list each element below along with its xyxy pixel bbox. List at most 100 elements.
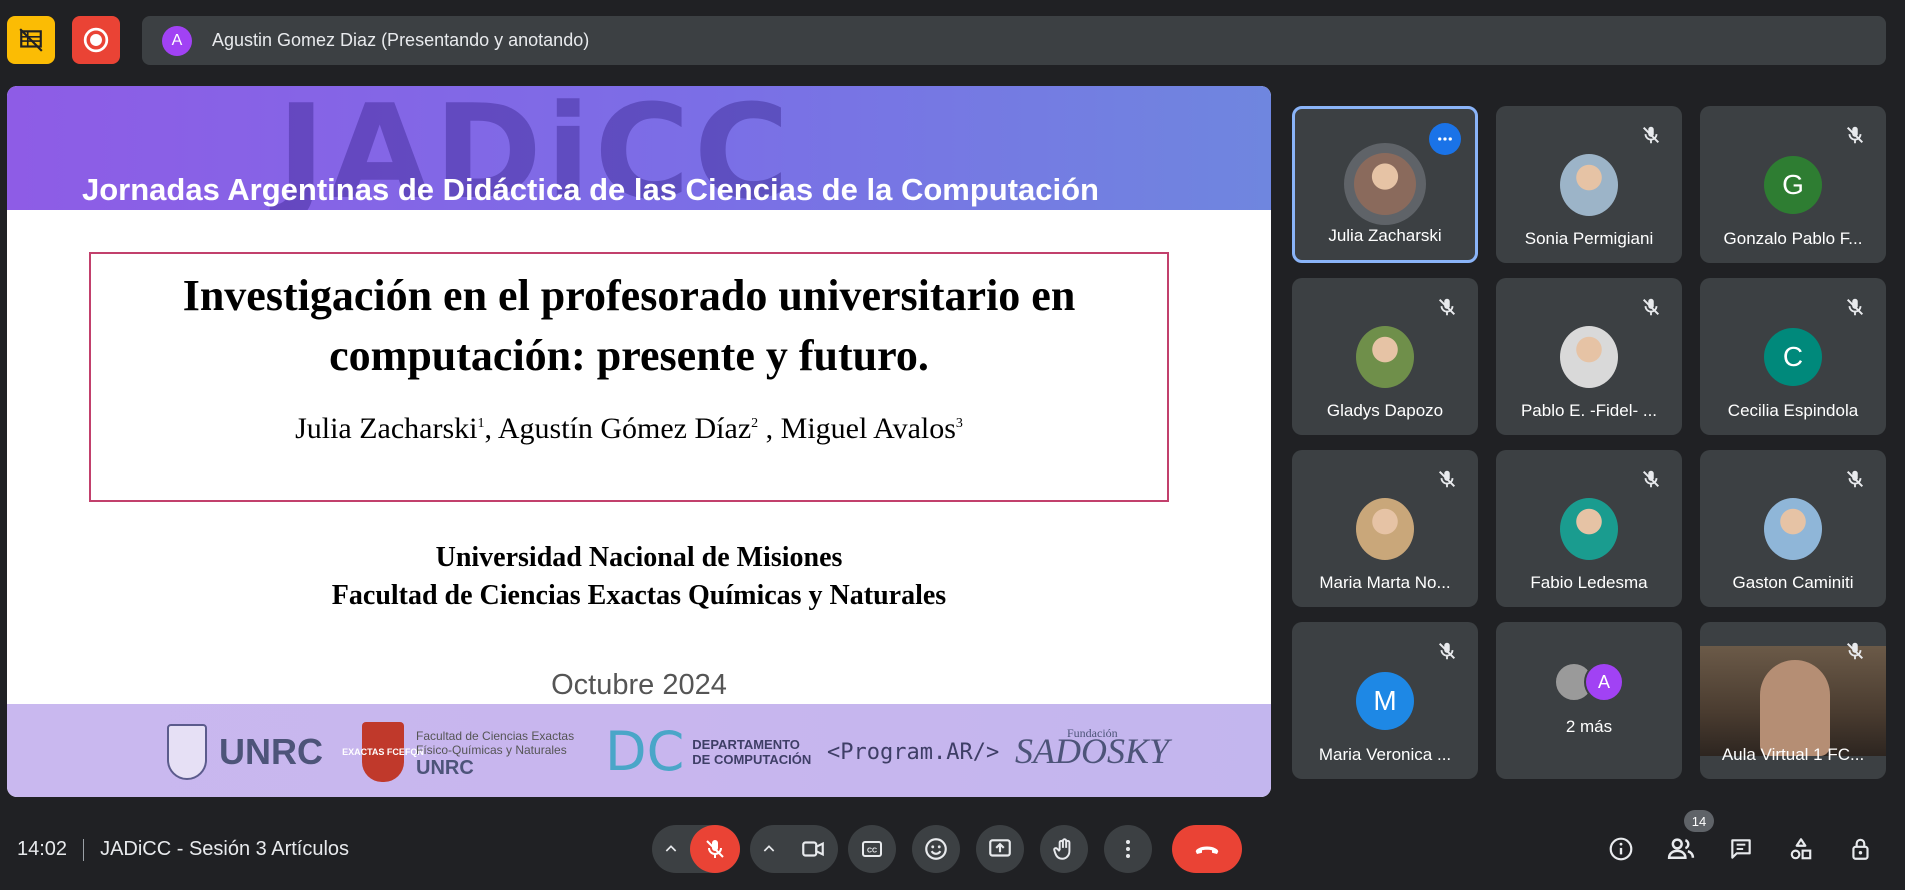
more-participants-label: 2 más [1565,717,1613,736]
avatar-photo [1764,498,1822,560]
info-icon [1609,837,1633,861]
record-icon [83,27,109,53]
avatar: C [1764,328,1822,386]
chat-button[interactable] [1724,832,1758,866]
conference-title: Jornadas Argentinas de Didáctica de las … [82,172,1099,207]
avatar [1560,498,1618,560]
participant-tile[interactable]: Fabio Ledesma [1496,450,1682,607]
participant-name: Gladys Dapozo [1326,401,1444,420]
presenter-label: Agustin Gomez Diaz (Presentando y anotan… [212,30,590,50]
reactions-button[interactable] [912,825,960,873]
participant-name: Julia Zacharski [1328,226,1442,245]
chevron-up-icon [665,845,677,852]
unrc-logo: UNRC [167,724,323,780]
people-icon [1667,838,1695,859]
mic-off-icon [1640,296,1662,318]
participant-name: Maria Veronica ... [1318,745,1452,764]
camera-toggle-button[interactable] [788,825,838,873]
meeting-details-button[interactable] [1604,832,1638,866]
meet-window: A Agustin Gomez Diaz (Presentando y anot… [0,0,1905,890]
slide-date: Octubre 2024 [551,669,727,701]
author-separator: , [484,412,498,445]
participant-name: Fabio Ledesma [1530,573,1648,592]
camera-options-button[interactable] [750,825,788,873]
camera-icon [802,841,824,857]
recording-button[interactable] [72,16,120,64]
mic-off-icon [1844,640,1866,662]
avatar-photo [1354,153,1416,215]
mic-control-group [652,825,740,873]
shared-slide: JADiCC Jornadas Argentinas de Didáctica … [7,86,1271,797]
participant-video-person [1760,660,1830,756]
avatar-photo [1356,498,1414,560]
participant-tile[interactable]: Aula Virtual 1 FC... [1700,622,1886,779]
fcefqn-shield-icon: EXACTAS FCEFQN [342,722,424,782]
participant-tile[interactable]: A 2 más [1496,622,1682,779]
unrc-text: UNRC [219,731,323,772]
host-controls-button[interactable] [1844,832,1878,866]
participant-tile[interactable]: M Maria Veronica ... [1292,622,1478,779]
slide-footer: UNRC EXACTAS FCEFQN Facultad de Ciencias… [7,704,1271,797]
presentation-mode-button[interactable] [7,16,55,64]
author-name: Agustín Gómez Díaz [497,412,752,445]
participant-name: Pablo E. -Fidel- ... [1520,401,1658,420]
bottom-bar: 14:02 JADiCC - Sesión 3 Artículos CC 14 [0,810,1905,882]
mic-off-icon [1844,124,1866,146]
dpto-line2: DE COMPUTACIÓN [692,752,812,767]
mic-off-icon [1436,468,1458,490]
presenter-banner[interactable]: A Agustin Gomez Diaz (Presentando y anot… [142,16,1886,65]
avatar [1344,143,1426,225]
tile-options-button[interactable] [1429,123,1461,155]
title-box: Investigación en el profesorado universi… [89,252,1169,502]
raise-hand-button[interactable] [1040,825,1088,873]
meeting-title[interactable]: JADiCC - Sesión 3 Artículos [100,838,349,861]
mic-toggle-button[interactable] [690,825,740,873]
author-name: Miguel Avalos [780,412,956,445]
mic-off-icon [1436,640,1458,662]
emoji-icon [925,838,947,860]
avatar-photo [1356,326,1414,388]
people-button[interactable] [1664,832,1698,866]
participant-tile[interactable]: Gaston Caminiti [1700,450,1886,607]
slide-header: JADiCC Jornadas Argentinas de Didáctica … [7,86,1271,210]
participant-tile[interactable]: Maria Marta No... [1292,450,1478,607]
leave-call-button[interactable] [1172,825,1242,873]
avatar-photo [1560,498,1618,560]
dpto-line1: DEPARTAMENTO [692,737,800,752]
fcefqn-unrc: UNRC [416,757,474,779]
avatar [1356,498,1414,560]
participant-tile[interactable]: Sonia Permigiani [1496,106,1682,263]
present-screen-button[interactable] [976,825,1024,873]
avatar [1356,326,1414,388]
avatar: G [1764,156,1822,214]
presenter-avatar: A [162,25,192,56]
clock: 14:02 [17,838,68,860]
participant-tile[interactable]: C Cecilia Espindola [1700,278,1886,435]
lock-person-icon [1852,838,1869,860]
avatar [1560,154,1618,216]
hand-icon [1053,838,1071,860]
mic-off-icon [1844,468,1866,490]
more-options-button[interactable] [1104,825,1152,873]
chevron-up-icon [763,845,775,852]
more-vertical-icon [1126,840,1130,858]
chat-icon [1731,839,1751,859]
closed-captions-icon: CC [862,841,882,857]
captions-button[interactable]: CC [848,825,896,873]
participant-tile[interactable]: G Gonzalo Pablo F... [1700,106,1886,263]
top-bar: A Agustin Gomez Diaz (Presentando y anot… [0,0,1905,82]
fcefqn-line1: Facultad de Ciencias Exactas [416,729,575,743]
no-grid-icon [19,28,43,52]
participant-count-badge: 14 [1684,810,1714,832]
participant-tile[interactable]: Gladys Dapozo [1292,278,1478,435]
avatar [1560,326,1618,388]
participant-tile[interactable]: Julia Zacharski [1292,106,1478,263]
activities-shapes-icon [1790,838,1812,860]
mic-options-button[interactable] [652,825,690,873]
fcefqn-line2: Físico-Químicas y Naturales [416,743,567,757]
participant-tile[interactable]: Pablo E. -Fidel- ... [1496,278,1682,435]
participant-name: Cecilia Espindola [1727,401,1859,420]
unrc-shield-icon [167,724,207,780]
activities-button[interactable] [1784,832,1818,866]
participant-name: Maria Marta No... [1319,573,1451,592]
